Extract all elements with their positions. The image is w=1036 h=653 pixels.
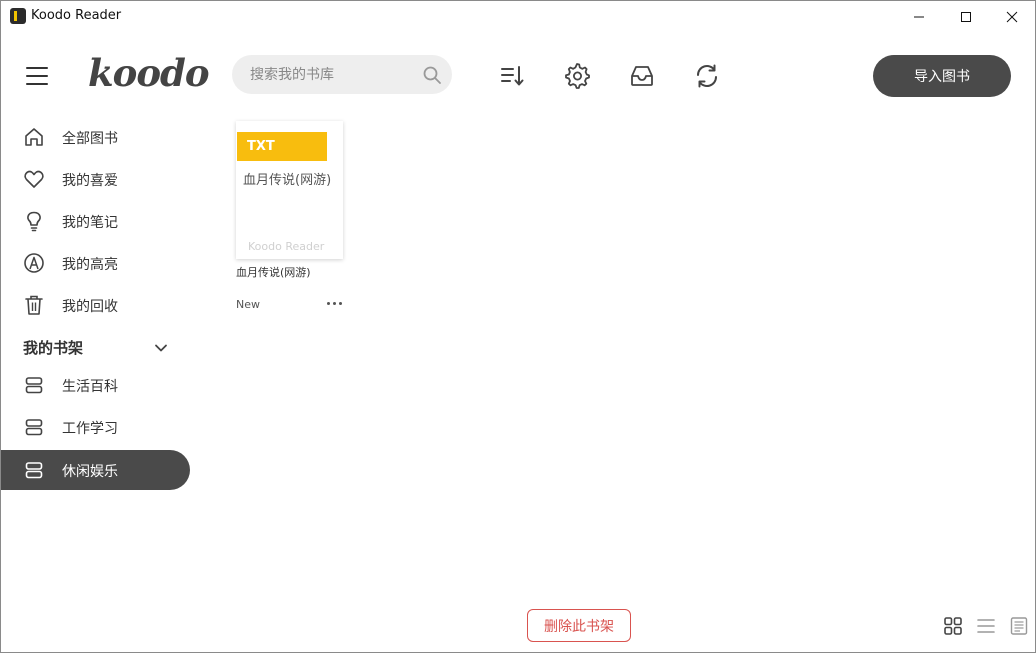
sync-icon xyxy=(696,64,718,88)
minimize-button[interactable] xyxy=(896,1,942,32)
import-books-button[interactable]: 导入图书 xyxy=(873,55,1011,97)
hamburger-icon xyxy=(26,67,48,69)
book-title[interactable]: 血月传说(网游) xyxy=(236,264,311,280)
cover-view-button[interactable] xyxy=(1009,616,1029,636)
more-icon xyxy=(326,301,330,305)
cover-view-icon xyxy=(1010,617,1028,635)
close-icon xyxy=(1006,11,1018,22)
sidebar-item-label: 我的喜爱 xyxy=(62,173,118,189)
search-input[interactable] xyxy=(250,55,415,94)
heart-icon xyxy=(23,168,45,190)
sidebar-item-label: 工作学习 xyxy=(62,421,118,437)
sidebar-item-highlights[interactable]: 我的高亮 xyxy=(1,243,190,283)
sidebar-item-favorites[interactable]: 我的喜爱 xyxy=(1,159,190,199)
maximize-icon xyxy=(961,11,971,22)
inbox-icon xyxy=(631,66,653,86)
list-view-icon xyxy=(977,619,995,633)
book-cover-title: 血月传说(网游) xyxy=(243,173,332,188)
sidebar-item-label: 生活百科 xyxy=(62,379,118,395)
gear-icon xyxy=(565,63,590,89)
close-button[interactable] xyxy=(989,1,1035,32)
app-icon xyxy=(10,8,26,24)
menu-toggle-button[interactable] xyxy=(26,67,48,87)
list-view-button[interactable] xyxy=(976,616,996,636)
maximize-button[interactable] xyxy=(943,1,989,32)
sort-button[interactable] xyxy=(499,63,525,89)
lightbulb-icon xyxy=(23,210,45,232)
sync-button[interactable] xyxy=(694,63,720,89)
trash-icon xyxy=(23,294,45,316)
settings-button[interactable] xyxy=(564,63,590,89)
book-format-badge: TXT xyxy=(237,132,327,161)
sidebar-item-all-books[interactable]: 全部图书 xyxy=(1,117,190,157)
highlight-icon xyxy=(23,252,45,274)
sidebar-item-label: 休闲娱乐 xyxy=(62,464,118,480)
sidebar-item-label: 全部图书 xyxy=(62,131,118,147)
chevron-down-icon[interactable] xyxy=(153,340,169,356)
app-logo: koodo xyxy=(88,51,210,95)
shelf-section-title: 我的书架 xyxy=(23,339,84,357)
sort-icon xyxy=(501,66,524,86)
sidebar-shelf-leisure[interactable]: 休闲娱乐 xyxy=(1,450,190,490)
shelf-icon xyxy=(23,459,45,481)
search-box[interactable] xyxy=(232,55,452,94)
app-window: Koodo Reader koodo 搜索我的书库 导入图书 全部图书 我的喜爱… xyxy=(0,0,1036,653)
home-icon xyxy=(23,126,45,148)
sidebar-item-notes[interactable]: 我的笔记 xyxy=(1,201,190,241)
inbox-button[interactable] xyxy=(629,63,655,89)
sidebar-shelf-life[interactable]: 生活百科 xyxy=(1,365,190,405)
book-status: New xyxy=(236,298,260,311)
sidebar-item-label: 我的回收 xyxy=(62,299,118,315)
sidebar-shelf-work[interactable]: 工作学习 xyxy=(1,407,190,447)
search-icon[interactable] xyxy=(422,65,442,85)
shelf-icon xyxy=(23,374,45,396)
grid-view-button[interactable] xyxy=(943,616,963,636)
book-cover[interactable]: TXT 血月传说(网游) Koodo Reader xyxy=(236,121,343,259)
sidebar-item-label: 我的笔记 xyxy=(62,215,118,231)
grid-view-icon xyxy=(944,617,962,635)
book-more-button[interactable] xyxy=(324,296,344,310)
minimize-icon xyxy=(914,16,924,17)
book-cover-watermark: Koodo Reader xyxy=(248,240,325,253)
shelf-icon xyxy=(23,416,45,438)
delete-shelf-button[interactable]: 删除此书架 xyxy=(527,609,631,642)
title-bar: Koodo Reader xyxy=(1,1,1035,32)
window-title: Koodo Reader xyxy=(31,8,122,23)
sidebar-item-trash[interactable]: 我的回收 xyxy=(1,285,190,325)
sidebar-item-label: 我的高亮 xyxy=(62,257,118,273)
